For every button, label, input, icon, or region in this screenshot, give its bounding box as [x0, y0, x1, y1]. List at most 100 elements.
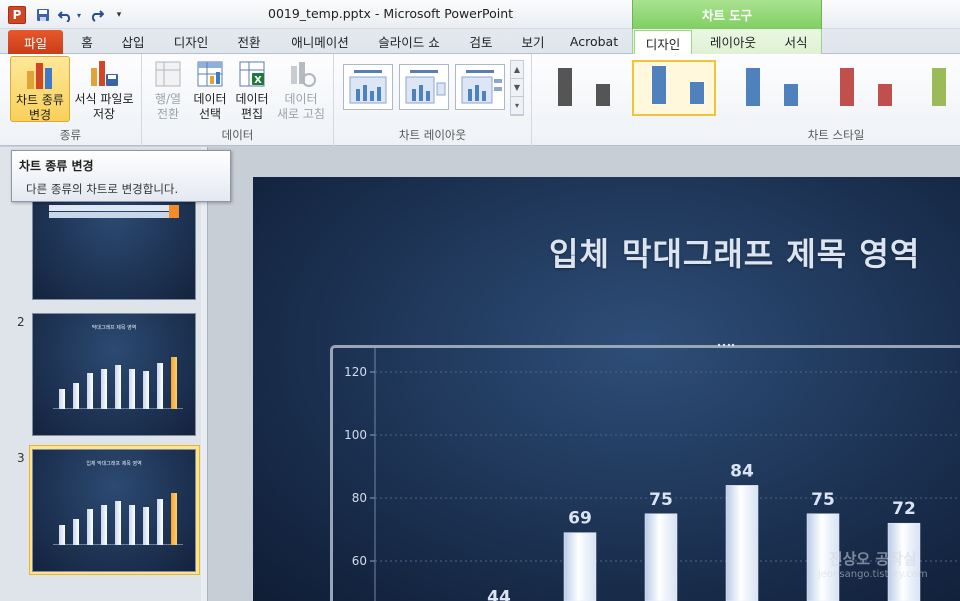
mini-table	[49, 205, 179, 218]
refresh-data-label-1: 데이터	[284, 92, 318, 106]
mini-bar	[171, 357, 177, 409]
excel-edit-icon: X	[236, 58, 268, 90]
select-data-label-2: 선택	[198, 107, 222, 121]
switch-label-1: 행/열	[154, 92, 182, 106]
tooltip-description: 다른 종류의 차트로 변경합니다.	[26, 182, 179, 196]
style-bar	[558, 68, 572, 106]
mini-bar	[157, 499, 163, 545]
select-data-button[interactable]: 데이터 선택	[190, 56, 230, 122]
chart-style-4[interactable]	[822, 60, 906, 116]
chart-bar	[563, 532, 597, 601]
tab-slideshow[interactable]: 슬라이드 쇼	[372, 29, 446, 54]
chart-style-2[interactable]	[632, 60, 716, 116]
tab-view[interactable]: 보기	[516, 29, 550, 54]
style-bar	[878, 84, 892, 106]
tab-chart-format[interactable]: 서식	[778, 29, 814, 54]
switch-label-2: 전환	[156, 107, 180, 121]
refresh-data-icon	[285, 58, 317, 90]
mini-bar	[59, 389, 65, 409]
mini-bar	[101, 505, 107, 545]
save-template-label-1: 서식 파일로	[74, 92, 134, 106]
mini-slide-title: 입체 막대그래프 제목 영역	[86, 461, 142, 467]
data-label: 84	[730, 461, 754, 481]
group-chart-layout: ▲ ▼ ▾ 차트 레이아웃	[334, 54, 532, 146]
save-as-template-button[interactable]: 서식 파일로 저장	[72, 56, 136, 122]
layout-thumb-1[interactable]	[343, 64, 393, 110]
mini-slide-title: 막대그래프 제목 영역	[91, 325, 137, 331]
tab-review[interactable]: 검토	[464, 29, 498, 54]
svg-text:X: X	[254, 75, 262, 86]
mini-bar	[143, 371, 149, 409]
gallery-down-icon[interactable]: ▼	[511, 79, 523, 97]
style-bar	[840, 68, 854, 106]
style-bar	[746, 68, 760, 106]
chart-bar	[725, 485, 759, 601]
tooltip-title: 차트 종류 변경	[19, 159, 94, 173]
group-type: 차트 종류 변경 서식 파일로 저장 종류	[0, 54, 142, 146]
chart-resize-handle[interactable]	[717, 343, 735, 347]
layout-thumb-3[interactable]	[455, 64, 505, 110]
redo-icon[interactable]	[88, 6, 106, 24]
data-label: 75	[811, 490, 835, 510]
slide-editor: 입체 막대그래프 제목 영역 60 80 100 120 44 69 75 84 75 72	[209, 147, 960, 601]
switch-row-column-icon	[152, 58, 184, 90]
undo-dropdown-icon[interactable]: ▾	[74, 6, 84, 24]
gallery-up-icon[interactable]: ▲	[511, 61, 523, 79]
y-tick-label: 80	[352, 491, 367, 505]
undo-icon[interactable]	[56, 6, 74, 24]
current-slide[interactable]: 입체 막대그래프 제목 영역 60 80 100 120 44 69 75 84 75 72	[253, 177, 960, 601]
change-type-label-1: 차트 종류	[16, 93, 64, 107]
change-chart-type-button[interactable]: 차트 종류 변경	[10, 56, 70, 122]
group-chart-style: 차트 스타일	[532, 54, 960, 146]
change-type-label-2: 변경	[28, 108, 52, 122]
chart-style-5[interactable]	[916, 60, 960, 116]
tab-file[interactable]: 파일	[8, 30, 63, 54]
tab-animations[interactable]: 애니메이션	[284, 29, 356, 54]
slides-pane-scrollbar[interactable]	[201, 147, 207, 601]
slide-title[interactable]: 입체 막대그래프 제목 영역	[549, 229, 920, 275]
tab-chart-layout[interactable]: 레이아웃	[702, 29, 764, 54]
data-label: 44	[487, 587, 511, 601]
window-title: 0019_temp.pptx - Microsoft PowerPoint	[268, 6, 514, 21]
mini-bar	[87, 373, 93, 409]
group-chart-layout-label: 차트 레이아웃	[398, 128, 467, 142]
slide-thumbnail-3[interactable]: 입체 막대그래프 제목 영역	[32, 449, 196, 572]
select-data-label-1: 데이터	[193, 92, 227, 106]
style-bar	[652, 66, 666, 104]
refresh-data-button[interactable]: 데이터 새로 고침	[272, 56, 330, 122]
chart-style-1[interactable]	[540, 60, 624, 116]
mini-bar	[59, 525, 65, 545]
mini-bar	[87, 509, 93, 545]
switch-row-column-button[interactable]: 행/열 전환	[146, 56, 190, 122]
customize-qat-icon[interactable]: ▾	[113, 6, 125, 24]
group-data-label: 데이터	[221, 128, 254, 142]
mini-bar	[143, 507, 149, 545]
y-tick-label: 100	[344, 428, 367, 442]
layout-gallery-scroll[interactable]: ▲ ▼ ▾	[510, 60, 524, 116]
powerpoint-app-icon[interactable]: P	[8, 6, 26, 24]
style-bar	[932, 68, 946, 106]
tab-acrobat[interactable]: Acrobat	[566, 29, 622, 54]
mini-bar	[171, 493, 177, 545]
tab-insert[interactable]: 삽입	[116, 29, 150, 54]
edit-data-label-1: 데이터	[235, 92, 269, 106]
tab-design[interactable]: 디자인	[168, 29, 214, 54]
mini-bar	[157, 363, 163, 409]
gallery-more-icon[interactable]: ▾	[511, 97, 523, 115]
tab-chart-design[interactable]: 디자인	[634, 30, 692, 55]
layout-thumb-2[interactable]	[399, 64, 449, 110]
tab-home[interactable]: 홈	[74, 29, 100, 54]
chart-style-3[interactable]	[728, 60, 812, 116]
watermark-line2: jeonsango.tistory.com	[818, 569, 928, 580]
ribbon: 차트 종류 변경 서식 파일로 저장 종류 행/열 전환 데이터 선택 X 데이…	[0, 54, 960, 146]
save-template-icon	[88, 58, 120, 90]
slides-pane: 2 막대그래프 제목 영역 3 입체 막대그래프 제목 영역	[0, 147, 208, 601]
slide-thumbnail-2[interactable]: 막대그래프 제목 영역	[32, 313, 196, 436]
save-icon[interactable]	[34, 6, 52, 24]
style-bar	[690, 82, 704, 104]
save-template-label-2: 저장	[92, 107, 116, 121]
style-bar	[784, 84, 798, 106]
tab-transitions[interactable]: 전환	[232, 29, 266, 54]
edit-data-button[interactable]: X 데이터 편집	[232, 56, 272, 122]
bar-chart-icon	[24, 59, 56, 91]
